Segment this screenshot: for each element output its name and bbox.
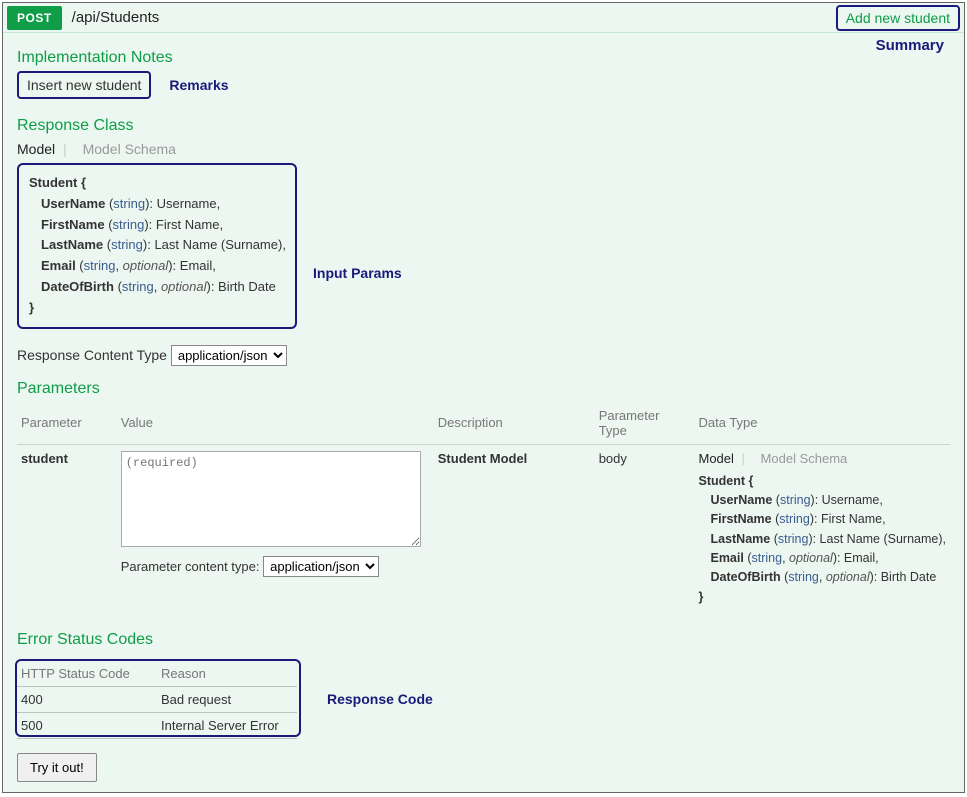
table-row: student Parameter content type: applicat…	[17, 444, 950, 613]
param-content-type-label: Parameter content type:	[121, 559, 260, 574]
model-property: FirstName (string): First Name,	[710, 510, 946, 529]
implementation-notes-title: Implementation Notes	[17, 49, 950, 67]
model-property: DateOfBirth (string, optional): Birth Da…	[41, 277, 285, 298]
operation-header[interactable]: POST /api/Students Add new student	[3, 3, 964, 33]
col-param-type: Parameter Type	[595, 402, 695, 445]
table-row: 400Bad request	[17, 687, 297, 713]
model-property: Email (string, optional): Email,	[710, 549, 946, 568]
annotation-response-code: Response Code	[327, 691, 433, 707]
tab-model[interactable]: Model	[17, 141, 55, 157]
param-value-textarea[interactable]	[121, 451, 421, 547]
error-code: 500	[17, 713, 157, 739]
model-property: DateOfBirth (string, optional): Birth Da…	[710, 568, 946, 587]
dt-tab-model[interactable]: Model	[698, 451, 733, 466]
param-type: body	[595, 444, 695, 613]
try-it-out-button[interactable]: Try it out!	[17, 753, 97, 782]
tab-model-schema[interactable]: Model Schema	[83, 141, 176, 157]
annotation-input-params: Input Params	[313, 265, 402, 281]
annotation-summary: Summary	[876, 37, 944, 54]
endpoint-path: /api/Students	[72, 9, 160, 26]
col-data-type: Data Type	[694, 402, 950, 445]
parameters-title: Parameters	[17, 380, 950, 398]
model-property: LastName (string): Last Name (Surname),	[710, 530, 946, 549]
model-property: UserName (string): Username,	[41, 194, 285, 215]
annotation-remarks: Remarks	[169, 77, 228, 93]
response-class-title: Response Class	[17, 117, 950, 135]
error-reason: Internal Server Error	[157, 713, 297, 739]
col-parameter: Parameter	[17, 402, 117, 445]
error-table: HTTP Status Code Reason 400Bad request50…	[17, 661, 297, 739]
http-method-badge: POST	[7, 6, 62, 30]
error-status-codes-title: Error Status Codes	[17, 631, 950, 649]
model-property: UserName (string): Username,	[710, 491, 946, 510]
col-description: Description	[434, 402, 595, 445]
table-row: 500Internal Server Error	[17, 713, 297, 739]
model-property: LastName (string): Last Name (Surname),	[41, 235, 285, 256]
dt-tab-model-schema[interactable]: Model Schema	[761, 451, 848, 466]
parameters-table: Parameter Value Description Parameter Ty…	[17, 402, 950, 614]
col-reason: Reason	[157, 661, 297, 687]
error-reason: Bad request	[157, 687, 297, 713]
param-name: student	[17, 444, 117, 613]
response-content-type-select[interactable]: application/json	[171, 345, 287, 366]
implementation-notes-text: Insert new student	[17, 71, 151, 99]
data-type-model: Student { UserName (string): Username,Fi…	[698, 472, 946, 608]
response-content-type-label: Response Content Type	[17, 347, 167, 363]
col-http-status: HTTP Status Code	[17, 661, 157, 687]
response-model-box: Student { UserName (string): Username,Fi…	[17, 163, 297, 329]
summary-link[interactable]: Add new student	[836, 5, 960, 31]
param-content-type-select[interactable]: application/json	[263, 556, 379, 577]
model-property: Email (string, optional): Email,	[41, 256, 285, 277]
model-property: FirstName (string): First Name,	[41, 215, 285, 236]
col-value: Value	[117, 402, 434, 445]
param-description: Student Model	[434, 444, 595, 613]
error-code: 400	[17, 687, 157, 713]
